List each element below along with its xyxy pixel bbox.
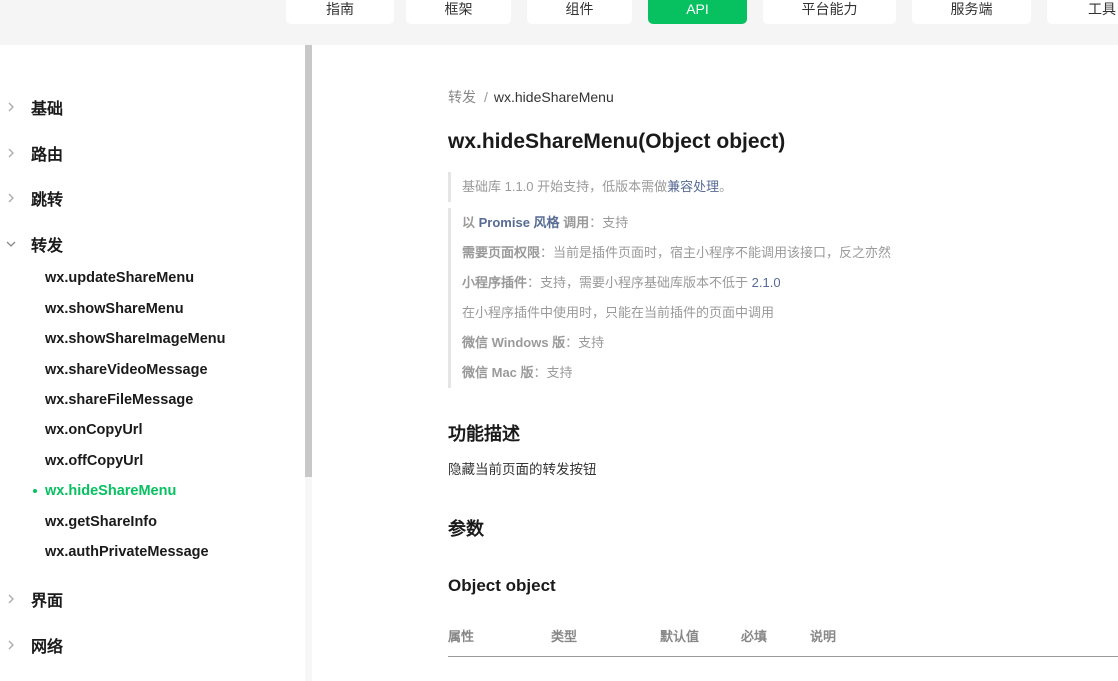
meta-plugin: 小程序插件：支持，需要小程序基础库版本不低于 2.1.0 (462, 268, 891, 298)
meta-colon: ： (540, 245, 554, 260)
meta-windows-label: 微信 Windows 版 (462, 335, 566, 350)
meta-colon: ： (589, 215, 603, 230)
support-note-suffix: 。 (719, 179, 733, 194)
meta-promise-pre: 以 (462, 215, 479, 230)
th-description: 说明 (810, 629, 837, 644)
meta-colon: ： (533, 365, 547, 380)
sidebar-item-sharefilemessage[interactable]: wx.shareFileMessage (45, 391, 193, 409)
params-table-header: 属性 类型 默认值 必填 说明 (448, 626, 1118, 657)
section-heading-params: 参数 (448, 519, 484, 539)
sidebar-scrollbar-thumb[interactable] (305, 45, 312, 477)
meta-permission: 需要页面权限：当前是插件页面时，宿主小程序不能调用该接口，反之亦然 (462, 238, 891, 268)
th-required: 必填 (741, 629, 768, 644)
promise-style-link[interactable]: Promise 风格 (479, 215, 560, 230)
api-meta-block: 以 Promise 风格 调用：支持 需要页面权限：当前是插件页面时，宿主小程序… (448, 208, 891, 388)
sidebar-category-label: 路由 (31, 147, 64, 164)
section-heading-description: 功能描述 (448, 424, 520, 444)
sidebar-item-oncopyurl[interactable]: wx.onCopyUrl (45, 421, 142, 439)
sidebar-category-label: 跳转 (31, 192, 64, 209)
meta-promise: 以 Promise 风格 调用：支持 (462, 208, 891, 238)
sidebar-category-label: 网络 (31, 639, 64, 656)
meta-colon: ： (527, 275, 541, 290)
sidebar-category-basics[interactable]: 基础 (0, 95, 300, 119)
breadcrumb-separator: / (484, 89, 488, 105)
breadcrumb-parent-link[interactable]: 转发 (448, 89, 476, 105)
sidebar-item-showsharemenu[interactable]: wx.showShareMenu (45, 300, 184, 318)
chevron-down-icon (6, 239, 16, 249)
meta-promise-value: 支持 (602, 215, 629, 230)
sidebar-item-updatesharemenu[interactable]: wx.updateShareMenu (45, 269, 194, 287)
chevron-right-icon (6, 640, 16, 650)
tab-guide[interactable]: 指南 (286, 0, 394, 24)
tab-api[interactable]: API (648, 0, 747, 24)
support-note-text: 基础库 1.1.0 开始支持，低版本需做 (462, 179, 668, 194)
top-nav: 指南 框架 组件 API 平台能力 服务端 工具 (0, 0, 1118, 45)
sidebar-item-authprivatemessage[interactable]: wx.authPrivateMessage (45, 543, 209, 561)
sidebar-category-label: 基础 (31, 101, 64, 118)
chevron-right-icon (6, 193, 16, 203)
chevron-right-icon (6, 102, 16, 112)
plugin-version-link[interactable]: 2.1.0 (752, 275, 781, 290)
meta-plugin-value: 支持，需要小程序基础库版本不低于 (540, 275, 752, 290)
object-heading: Object object (448, 576, 556, 595)
sidebar-category-label: 转发 (31, 238, 64, 255)
sidebar-category-network[interactable]: 网络 (0, 633, 300, 657)
sidebar-category-label: 界面 (31, 593, 64, 610)
meta-permission-label: 需要页面权限 (462, 245, 541, 260)
meta-promise-post: 调用 (559, 215, 590, 230)
meta-mac-label: 微信 Mac 版 (462, 365, 534, 380)
breadcrumb-current: wx.hideShareMenu (493, 89, 614, 105)
meta-plugin-label: 小程序插件 (462, 275, 528, 290)
tab-components[interactable]: 组件 (527, 0, 632, 24)
tab-server[interactable]: 服务端 (912, 0, 1031, 24)
sidebar-item-sharevideomessage[interactable]: wx.shareVideoMessage (45, 361, 208, 379)
tab-tools[interactable]: 工具 (1047, 0, 1118, 24)
meta-windows: 微信 Windows 版：支持 (462, 328, 891, 358)
sidebar-item-offcopyurl[interactable]: wx.offCopyUrl (45, 452, 143, 470)
meta-windows-value: 支持 (578, 335, 605, 350)
meta-colon: ： (565, 335, 579, 350)
sidebar-item-hidesharemenu[interactable]: wx.hideShareMenu (45, 482, 176, 500)
meta-permission-value: 当前是插件页面时，宿主小程序不能调用该接口，反之亦然 (553, 245, 892, 260)
tab-platform-capabilities[interactable]: 平台能力 (763, 0, 896, 24)
th-property: 属性 (448, 629, 475, 644)
sidebar-category-navigate[interactable]: 跳转 (0, 186, 300, 210)
sidebar-category-routing[interactable]: 路由 (0, 141, 300, 165)
chevron-right-icon (6, 594, 16, 604)
sidebar-item-showshareimagemenu[interactable]: wx.showShareImageMenu (45, 330, 226, 348)
meta-plugin-note: 在小程序插件中使用时，只能在当前插件的页面中调用 (462, 305, 775, 320)
compat-link[interactable]: 兼容处理 (667, 179, 719, 194)
support-note: 基础库 1.1.0 开始支持，低版本需做兼容处理。 (448, 172, 732, 202)
chevron-right-icon (6, 148, 16, 158)
sidebar-category-interface[interactable]: 界面 (0, 587, 300, 611)
tab-framework[interactable]: 框架 (406, 0, 511, 24)
meta-mac-value: 支持 (546, 365, 573, 380)
active-bullet-icon (33, 489, 37, 493)
sidebar-item-getshareinfo[interactable]: wx.getShareInfo (45, 513, 157, 531)
description-text: 隐藏当前页面的转发按钮 (448, 462, 597, 477)
th-type: 类型 (551, 629, 578, 644)
th-default: 默认值 (660, 629, 700, 644)
page-title: wx.hideShareMenu(Object object) (448, 130, 786, 153)
meta-mac: 微信 Mac 版：支持 (462, 358, 891, 388)
sidebar-category-share[interactable]: 转发 (0, 232, 300, 256)
breadcrumb: 转发 / wx.hideShareMenu (448, 87, 614, 107)
